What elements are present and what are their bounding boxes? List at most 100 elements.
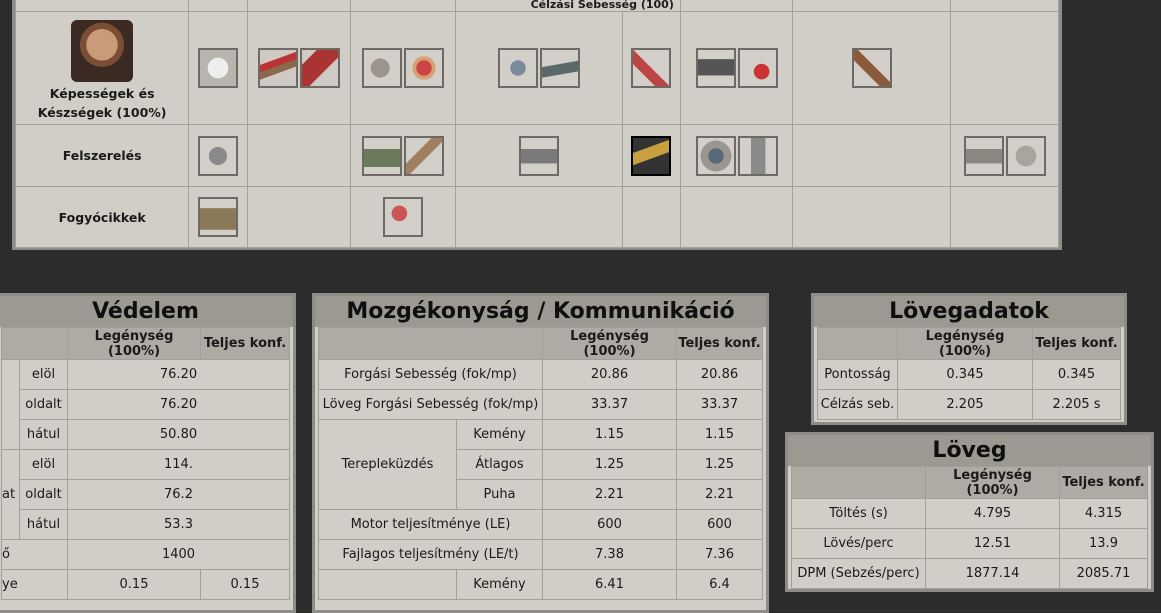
stat-label: Pontosság [817,359,898,390]
armor-value: 76.20 [67,389,290,420]
stat-value-full: 2085.71 [1059,558,1148,589]
stat-value-full: 1.15 [676,419,763,450]
partial-column-header: Célzási Sebesség (100) [454,0,681,12]
stat-value: 7.38 [542,539,677,570]
crate-consumable-icon[interactable] [198,197,239,237]
gauge-skill-icon[interactable] [497,48,538,88]
shell-skill-icon[interactable] [404,48,445,88]
fan-equipment-icon[interactable] [198,135,239,176]
shell-equipment-icon[interactable] [631,135,672,176]
rammer-equipment-icon[interactable] [404,135,445,176]
stat-value-full: 0.345 [1032,359,1121,390]
stat-value-full: 6.4 [676,569,763,600]
mobility-title: Mozgékonyság / Kommunikáció [315,296,766,327]
row-label-skills: Képességek és Készségek (100%) [14,11,190,125]
terrain-type: Puha [456,479,543,510]
stat-label: Löveg Forgási Sebesség (fok/mp) [318,389,543,420]
stat-value: 2.205 [897,389,1033,420]
wrench-skill-icon[interactable] [851,48,892,88]
vedelem-panel: Védelem Legénység (100%) Teljes konf. el… [0,293,296,613]
stat-label: Lövés/perc [791,528,926,559]
armor-value: 53.3 [67,509,290,540]
gun-data-panel: Lövegadatok Legénység (100%) Teljes konf… [811,293,1127,425]
row-label-equipment: Felszerelés [14,124,190,187]
ammo-rack-skill-icon[interactable] [300,48,341,88]
radio-skill-icon[interactable] [695,48,736,88]
stat-value-full: 600 [676,509,763,540]
stat-value-full: 1.25 [676,449,763,480]
stat-label: Töltés (s) [791,498,926,529]
terrain-group-label: Terepleküzdés [318,419,457,510]
gun-col-full: Teljes konf. [1059,466,1148,499]
armor-group: at [1,449,20,540]
stat-value: 1.15 [542,419,677,450]
stat-label: Célzás seb. [817,389,898,420]
armor-value: 114. [67,449,290,480]
stat-value: 33.37 [542,389,677,420]
terrain-type: Átlagos [456,449,543,480]
mobility-col-crew: Legénység (100%) [542,327,677,360]
optics-equipment-icon[interactable] [518,135,559,176]
stat-value-full: 7.36 [676,539,763,570]
gearbox-equipment-icon[interactable] [695,135,736,176]
tank-skill-icon[interactable] [539,48,580,88]
stat-value: 0.15 [67,569,201,600]
gun-data-title: Lövegadatok [814,296,1124,327]
stat-value: 1.25 [542,449,677,480]
stat-value-full: 20.86 [676,359,763,390]
equipment-skills-table: Célzási Sebesség (100) Képességek és Kés… [12,0,1062,250]
stat-label: Motor teljesítménye (LE) [318,509,543,540]
tools-skill-icon[interactable] [631,48,672,88]
stat-value-full: 4.315 [1059,498,1148,529]
gun-panel: Löveg Legénység (100%) Teljes konf. Tölt… [785,432,1154,592]
armor-side: elöl [19,359,68,390]
spring-skill-icon[interactable] [737,48,778,88]
stat-value-full: 2.205 s [1032,389,1121,420]
armor-value: 76.20 [67,359,290,390]
fire-extinguisher-consumable-icon[interactable] [383,197,424,237]
hp-label: ő [1,539,68,570]
stat-value: 4.795 [925,498,1060,529]
stat-value: 0.345 [897,359,1033,390]
terrain-type: Kemény [456,419,543,450]
vedelem-title: Védelem [0,296,293,327]
gun-data-col-crew: Legénység (100%) [897,327,1033,360]
chain-equipment-icon[interactable] [1005,135,1046,176]
stat-value-full: 0.15 [200,569,290,600]
stat-value-full: 2.21 [676,479,763,510]
bucket-skill-icon[interactable] [362,48,403,88]
stat-label: DPM (Sebzés/perc) [791,558,926,589]
armor-side: oldalt [19,479,68,510]
springs-equipment-icon[interactable] [737,135,778,176]
hp-value: 1400 [67,539,290,570]
stat-value: 20.86 [542,359,677,390]
stat-value-full: 13.9 [1059,528,1148,559]
tank-repair-skill-icon[interactable] [258,48,299,88]
stat-value: 6.41 [542,569,677,600]
camo-net-equipment-icon[interactable] [963,135,1004,176]
stat-value-full: 33.37 [676,389,763,420]
mobility-panel: Mozgékonyság / Kommunikáció Legénység (1… [312,293,769,613]
armor-side: oldalt [19,389,68,420]
stat-value: 12.51 [925,528,1060,559]
stat-value: 2.21 [542,479,677,510]
stat-value: 1877.14 [925,558,1060,589]
gun-col-crew: Legénység (100%) [925,466,1060,499]
gun-data-col-full: Teljes konf. [1032,327,1121,360]
stat-label: Fajlagos teljesítmény (LE/t) [318,539,543,570]
crew-portrait [71,20,134,82]
vedelem-col-crew: Legénység (100%) [67,327,201,360]
armor-value: 76.2 [67,479,290,510]
armor-side: hátul [19,509,68,540]
stat-value: 600 [542,509,677,540]
stat-label: Forgási Sebesség (fok/mp) [318,359,543,390]
vedelem-col-full: Teljes konf. [200,327,290,360]
armor-side: elöl [19,449,68,480]
armor-side: hátul [19,419,68,450]
terrain-type: Kemény [456,569,543,600]
mobility-col-full: Teljes konf. [676,327,763,360]
stat-label: ye [1,569,68,600]
armor-value: 50.80 [67,419,290,450]
toolbox-equipment-icon[interactable] [362,135,403,176]
fist-skill-icon[interactable] [198,48,239,88]
